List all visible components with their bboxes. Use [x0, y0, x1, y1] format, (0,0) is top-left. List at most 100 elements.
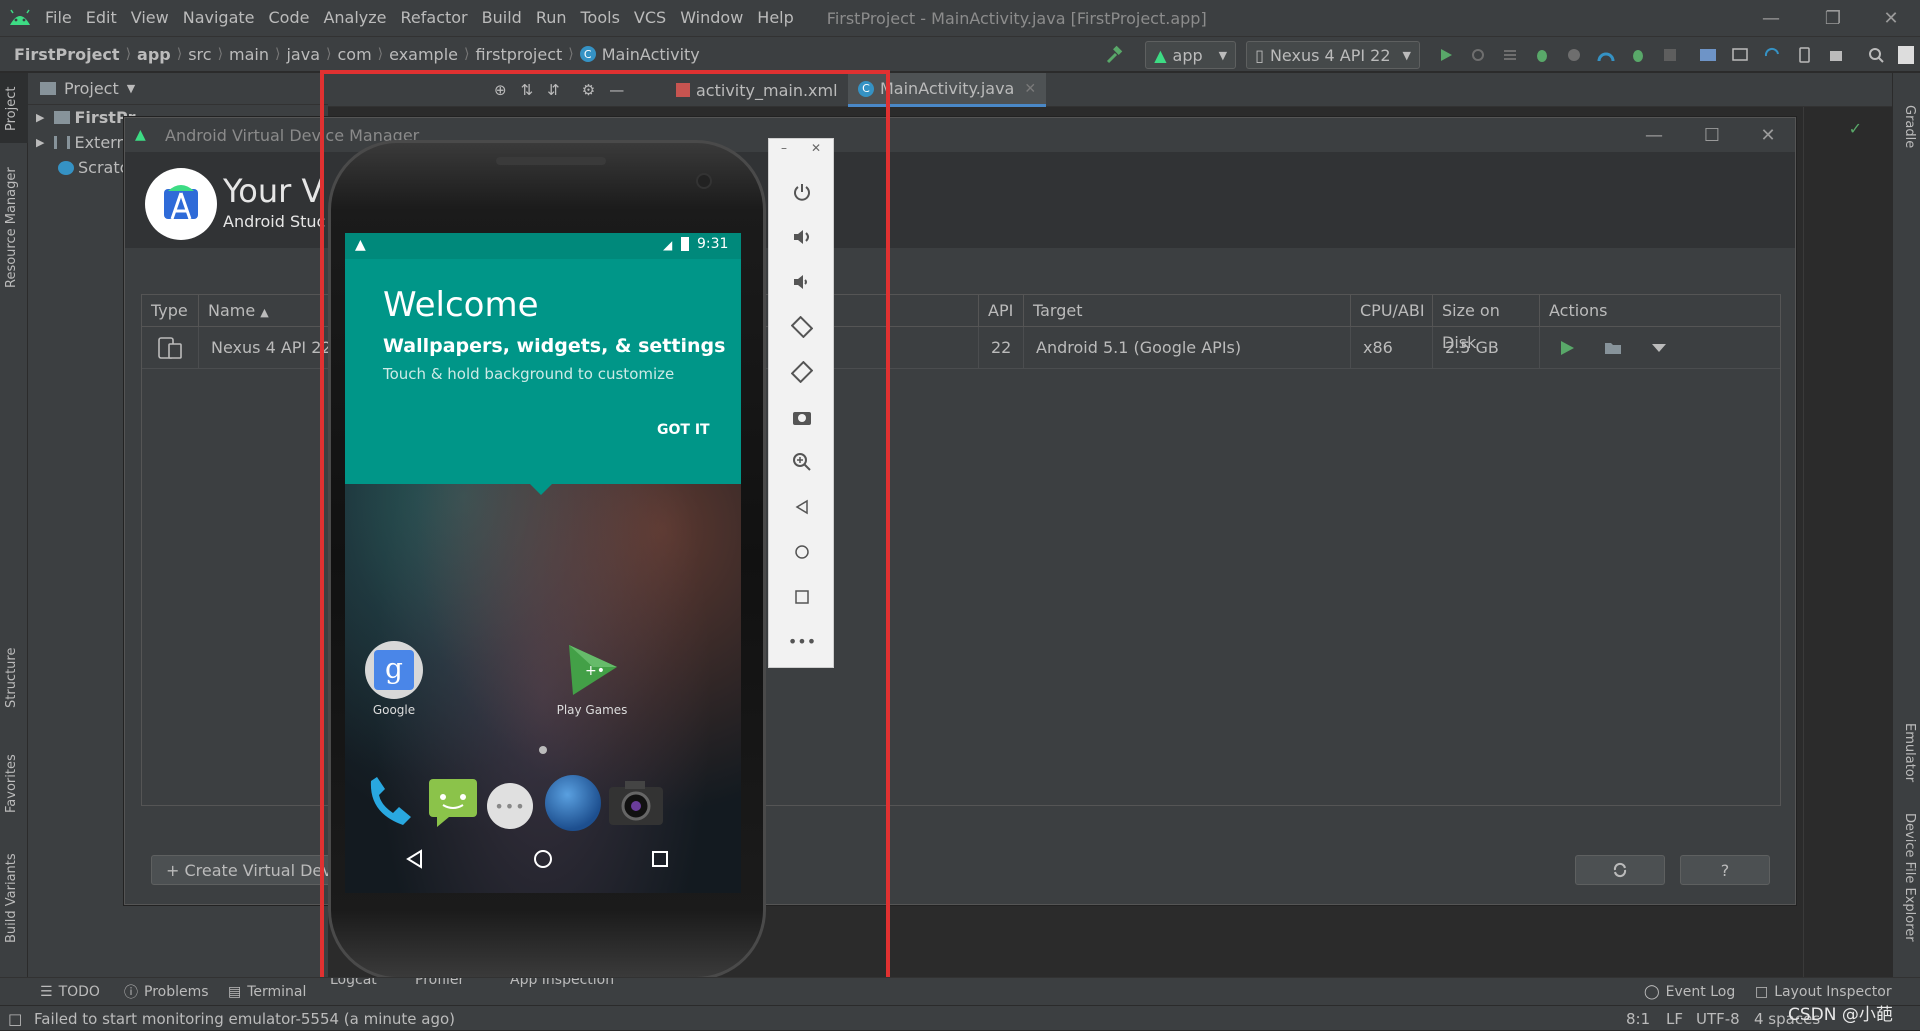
menu-analyze[interactable]: Analyze	[316, 0, 393, 36]
menu-code[interactable]: Code	[262, 0, 317, 36]
column-cpu-abi[interactable]: CPU/ABI	[1351, 295, 1433, 327]
status-toggle-icon[interactable]: □	[8, 1006, 22, 1031]
breadcrumb-project[interactable]: FirstProject	[0, 45, 120, 64]
project-structure-icon[interactable]	[1692, 37, 1724, 73]
run-icon[interactable]	[1430, 37, 1462, 73]
launch-icon[interactable]	[1560, 341, 1574, 355]
tool-window-bar: ☰ TODO ⓘ Problems ▤ Terminal Logcat Profile…	[0, 977, 1920, 1005]
scratches-icon	[58, 160, 74, 175]
apply-code-changes-icon[interactable]	[1494, 37, 1526, 73]
device-manager-icon[interactable]	[1788, 37, 1820, 73]
device-api: 22	[979, 327, 1024, 369]
problems-tool-button[interactable]: ⓘ Problems	[124, 978, 209, 1006]
column-api[interactable]: API	[979, 295, 1024, 327]
search-icon[interactable]	[1860, 37, 1892, 73]
menu-navigate[interactable]: Navigate	[176, 0, 262, 36]
refresh-icon	[1613, 862, 1627, 878]
breadcrumb-module[interactable]: app	[131, 45, 171, 64]
attach-debugger-icon[interactable]	[1622, 37, 1654, 73]
help-button[interactable]: ?	[1680, 855, 1770, 885]
avd-manager-icon[interactable]	[1724, 37, 1756, 73]
avd-maximize-button[interactable]: ☐	[1683, 118, 1741, 152]
android-studio-logo	[2, 0, 38, 36]
status-bar: □ Failed to start monitoring emulator-55…	[0, 1005, 1920, 1030]
breadcrumb-class[interactable]: MainActivity	[596, 45, 700, 64]
breadcrumb-firstproject[interactable]: firstproject	[469, 45, 562, 64]
menu-window[interactable]: Window	[673, 0, 750, 36]
resource-manager-tool-label[interactable]: Resource Manager	[4, 167, 19, 288]
column-target[interactable]: Target	[1024, 295, 1351, 327]
breadcrumb-com[interactable]: com	[331, 45, 371, 64]
run-config-label: app	[1172, 45, 1203, 65]
menu-tools[interactable]: Tools	[574, 0, 627, 36]
menu-bar: File Edit View Navigate Code Analyze Ref…	[0, 0, 1920, 36]
structure-tool-label[interactable]: Structure	[4, 648, 19, 708]
chevron-down-icon[interactable]	[1652, 343, 1666, 353]
breadcrumb-src[interactable]: src	[182, 45, 211, 64]
project-panel-header: Project ▼	[28, 73, 328, 105]
column-type[interactable]: Type	[142, 295, 199, 327]
layout-inspector-icon: □	[1755, 984, 1769, 1000]
device-icon: ▯	[1255, 45, 1264, 65]
restore-button[interactable]: ❐	[1804, 0, 1862, 36]
chevron-down-icon: ▼	[126, 82, 136, 95]
stop-icon[interactable]	[1654, 37, 1686, 73]
line-separator[interactable]: LF	[1666, 1006, 1683, 1031]
folder-icon	[40, 82, 56, 95]
gradle-tool-label[interactable]: Gradle	[1902, 105, 1917, 148]
menu-refactor[interactable]: Refactor	[394, 0, 475, 36]
todo-tool-button[interactable]: ☰ TODO	[40, 978, 100, 1006]
menu-help[interactable]: Help	[750, 0, 800, 36]
minimize-button[interactable]: —	[1742, 0, 1800, 36]
device-selector[interactable]: ▯ Nexus 4 API 22 ▼	[1246, 41, 1420, 69]
project-tool-tab[interactable]: Project	[0, 73, 28, 143]
favorites-tool-label[interactable]: Favorites	[4, 754, 19, 813]
project-view-selector[interactable]: Project	[64, 79, 119, 98]
menu-build[interactable]: Build	[475, 0, 529, 36]
terminal-tool-button[interactable]: ▤ Terminal	[228, 978, 306, 1006]
debug-icon[interactable]	[1526, 37, 1558, 73]
inspection-ok-icon[interactable]: ✓	[1849, 119, 1862, 138]
refresh-button[interactable]	[1575, 855, 1665, 885]
event-log-tool-button[interactable]: ◯ Event Log	[1644, 978, 1735, 1006]
emulator-tool-label[interactable]: Emulator	[1902, 723, 1917, 782]
sdk-manager-icon[interactable]	[1820, 37, 1852, 73]
profile-icon[interactable]	[1590, 37, 1622, 73]
avd-subheading: Android Stuc	[223, 212, 326, 231]
breadcrumb-main[interactable]: main	[223, 45, 269, 64]
menu-vcs[interactable]: VCS	[627, 0, 673, 36]
coverage-icon[interactable]	[1558, 37, 1590, 73]
profiler-tool-button[interactable]: Profiler	[415, 978, 464, 988]
breadcrumb-separator: ⟩	[568, 46, 574, 62]
account-icon[interactable]	[1892, 37, 1920, 73]
info-icon: ⓘ	[124, 985, 138, 1001]
build-variants-tool-label[interactable]: Build Variants	[4, 853, 19, 943]
apply-changes-icon[interactable]	[1462, 37, 1494, 73]
breadcrumb-java[interactable]: java	[280, 45, 320, 64]
run-config-selector[interactable]: ▲ app ▼	[1145, 41, 1237, 69]
terminal-icon: ▤	[228, 984, 242, 1000]
menu-run[interactable]: Run	[529, 0, 574, 36]
status-message[interactable]: Failed to start monitoring emulator-5554…	[34, 1006, 455, 1031]
menu-edit[interactable]: Edit	[79, 0, 124, 36]
menu-file[interactable]: File	[38, 0, 79, 36]
avd-close-button[interactable]: ✕	[1739, 118, 1797, 152]
build-hammer-icon[interactable]	[1099, 37, 1131, 73]
column-size[interactable]: Size on Disk	[1433, 295, 1540, 352]
left-tool-strip: Project Resource Manager Structure Favor…	[0, 73, 28, 977]
logcat-tool-button[interactable]: Logcat	[330, 978, 377, 988]
menu-view[interactable]: View	[124, 0, 176, 36]
close-button[interactable]: ✕	[1862, 0, 1920, 36]
caret-position[interactable]: 8:1	[1626, 1006, 1650, 1031]
device-file-explorer-tool-label[interactable]: Device File Explorer	[1902, 813, 1917, 942]
breadcrumb-separator: ⟩	[464, 46, 470, 62]
close-tab-icon[interactable]: ✕	[1024, 81, 1036, 97]
breadcrumb-example[interactable]: example	[383, 45, 458, 64]
avd-minimize-button[interactable]: —	[1625, 118, 1683, 152]
sync-gradle-icon[interactable]	[1756, 37, 1788, 73]
list-icon: ☰	[40, 984, 53, 1000]
file-encoding[interactable]: UTF-8	[1696, 1006, 1740, 1031]
app-inspection-tool-button[interactable]: App Inspection	[510, 978, 614, 988]
folder-icon[interactable]	[1604, 341, 1622, 355]
navigation-bar: FirstProject ⟩ app ⟩ src ⟩ main ⟩ java ⟩…	[0, 36, 1920, 72]
